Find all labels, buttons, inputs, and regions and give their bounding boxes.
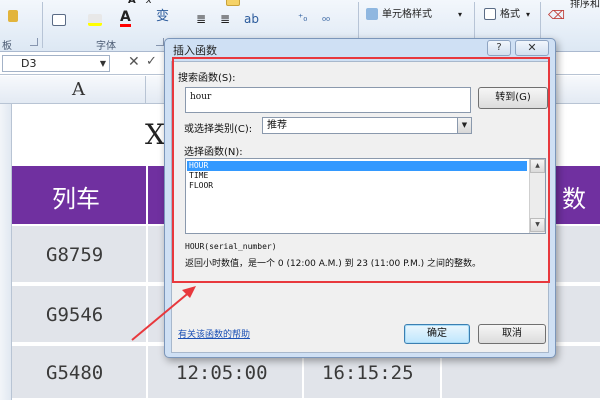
train-cell: G9546 [46, 304, 104, 326]
fill-color-icon[interactable] [88, 14, 102, 26]
ribbon-separator [42, 2, 43, 48]
ok-button[interactable]: 确定 [404, 324, 470, 344]
borders-icon[interactable] [52, 14, 66, 26]
column-header-a[interactable]: A [12, 76, 146, 104]
header-train: 列车 [52, 185, 100, 213]
format-painter-icon[interactable] [8, 10, 18, 22]
decimal-decrease-icon[interactable]: ₀₀ [322, 12, 330, 26]
clear-icon[interactable]: ⌫ [548, 8, 565, 22]
confirm-entry-icon[interactable]: ✓ [146, 54, 157, 69]
sheet-title: X [145, 118, 165, 151]
dialog-title: 插入函数 [173, 44, 217, 57]
format-icon[interactable] [484, 8, 496, 20]
name-box-value: D3 [21, 57, 37, 70]
row-headers[interactable] [0, 104, 12, 400]
chevron-down-icon[interactable]: ▼ [100, 56, 106, 71]
close-button[interactable]: ✕ [515, 40, 549, 56]
name-box[interactable]: D3 ▼ [2, 55, 110, 72]
help-button[interactable]: ? [487, 40, 511, 56]
header-count: 数 [562, 185, 586, 213]
cancel-button[interactable]: 取消 [478, 324, 546, 344]
orientation-icon[interactable]: ab [244, 12, 259, 26]
clipboard-group-label: 板 [2, 41, 12, 52]
sort-filter-button[interactable]: 排序和 [570, 0, 600, 12]
increase-indent-icon[interactable]: ≣ [220, 12, 230, 26]
time-cell: 12:05:00 [176, 362, 268, 384]
font-group-label: 字体 [96, 41, 116, 52]
train-cell: G5480 [46, 362, 104, 384]
chevron-down-icon[interactable]: ▾ [458, 8, 462, 22]
cancel-entry-icon[interactable]: ✕ [128, 54, 140, 70]
font-launcher-icon[interactable] [156, 38, 164, 46]
cell-styles-icon[interactable] [366, 8, 378, 20]
chevron-down-icon[interactable]: ▾ [526, 8, 530, 22]
function-help-link[interactable]: 有关该函数的帮助 [178, 327, 250, 340]
wrap-text-icon[interactable] [226, 0, 240, 6]
clipboard-launcher-icon[interactable] [30, 38, 38, 46]
dialog-titlebar[interactable]: 插入函数 ? ✕ [165, 39, 555, 59]
bold-icon[interactable]: A [128, 0, 136, 8]
italic-icon[interactable]: x [146, 0, 152, 8]
phonetic-icon[interactable]: 变 [156, 10, 169, 24]
format-button[interactable]: 格式 [500, 8, 520, 22]
font-color-icon[interactable]: A [120, 10, 131, 27]
time-cell: 16:15:25 [322, 362, 414, 384]
decrease-indent-icon[interactable]: ≣ [196, 12, 206, 26]
cell-styles-button[interactable]: 单元格样式 [382, 8, 432, 22]
column-divider [146, 166, 148, 400]
decimal-icon[interactable]: ⁺₀ [298, 12, 307, 26]
train-cell: G8759 [46, 244, 104, 266]
highlight-box [172, 57, 550, 283]
